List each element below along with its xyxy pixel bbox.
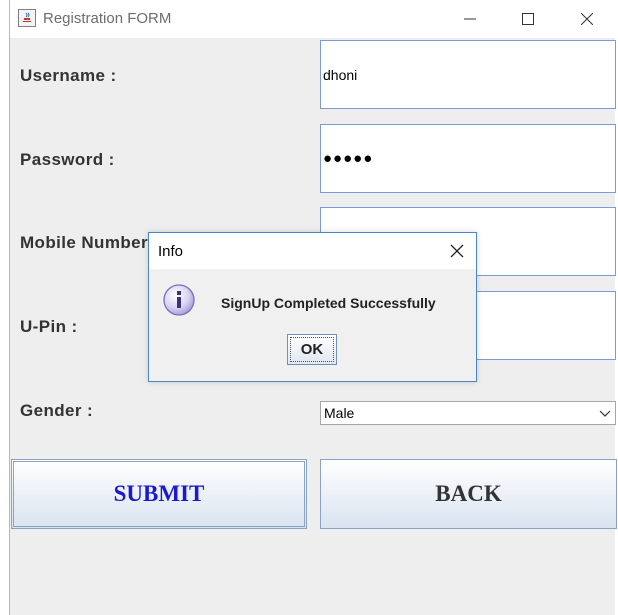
minimize-button[interactable]: [447, 0, 493, 38]
gender-selected-value: Male: [324, 405, 355, 421]
submit-button[interactable]: SUBMIT: [11, 459, 307, 529]
dialog-titlebar[interactable]: Info: [149, 233, 476, 269]
info-dialog: Info SignUp Completed Successfully OK: [148, 232, 477, 382]
close-icon: [581, 13, 593, 25]
back-button[interactable]: BACK: [320, 459, 617, 529]
password-label: Password :: [20, 150, 115, 169]
password-field[interactable]: ●●●●●: [320, 124, 616, 193]
dialog-title: Info: [158, 243, 184, 260]
maximize-icon: [522, 13, 534, 25]
chevron-down-icon: [599, 410, 611, 417]
username-field[interactable]: dhoni: [320, 40, 616, 109]
gender-label: Gender :: [20, 401, 94, 420]
upin-label: U-Pin :: [20, 317, 78, 336]
gender-select[interactable]: Male: [320, 401, 616, 425]
window-title: Registration FORM: [43, 10, 172, 27]
ok-button[interactable]: OK: [287, 334, 337, 365]
window-titlebar[interactable]: Registration FORM: [10, 0, 616, 38]
close-button[interactable]: [564, 0, 610, 38]
dialog-message: SignUp Completed Successfully: [221, 295, 436, 311]
minimize-icon: [464, 18, 476, 20]
desktop-background-left: [0, 0, 9, 615]
mobile-number-label: Mobile Number :: [20, 233, 160, 252]
username-label: Username :: [20, 66, 117, 85]
dialog-close-icon[interactable]: [448, 242, 466, 260]
java-app-icon: [18, 9, 36, 27]
info-icon: [163, 284, 195, 316]
maximize-button[interactable]: [505, 0, 551, 38]
